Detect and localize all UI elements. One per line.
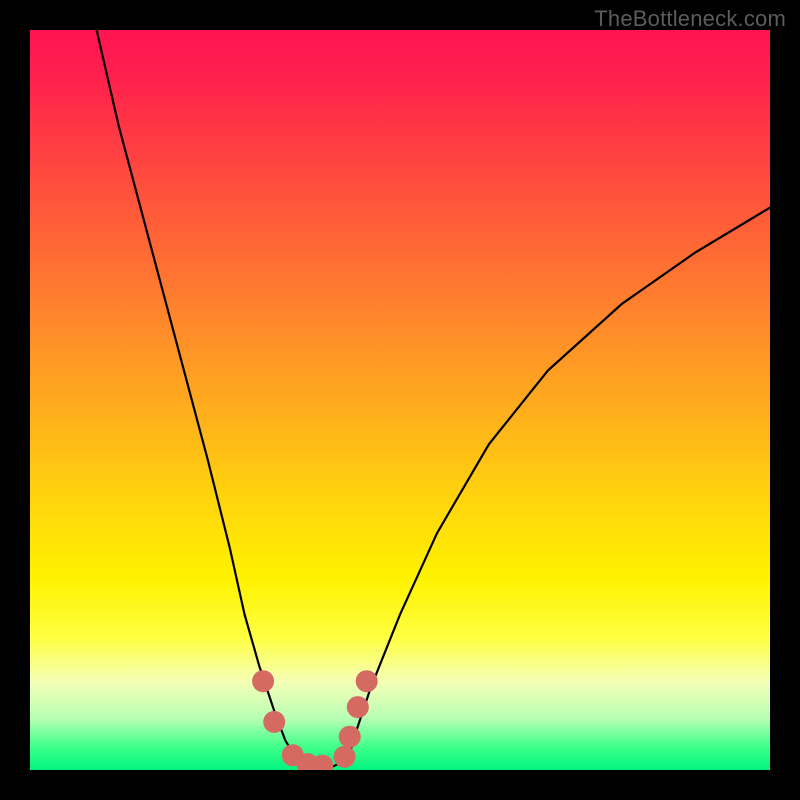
chart-frame: TheBottleneck.com (0, 0, 800, 800)
highlight-dot (334, 746, 356, 768)
highlight-dot (252, 670, 274, 692)
watermark-text: TheBottleneck.com (594, 6, 786, 32)
chart-svg (30, 30, 770, 770)
highlight-dot (339, 726, 361, 748)
plot-area (30, 30, 770, 770)
highlight-dot (356, 670, 378, 692)
highlight-dot (263, 711, 285, 733)
bottleneck-curve (97, 30, 770, 766)
highlight-dot (347, 696, 369, 718)
